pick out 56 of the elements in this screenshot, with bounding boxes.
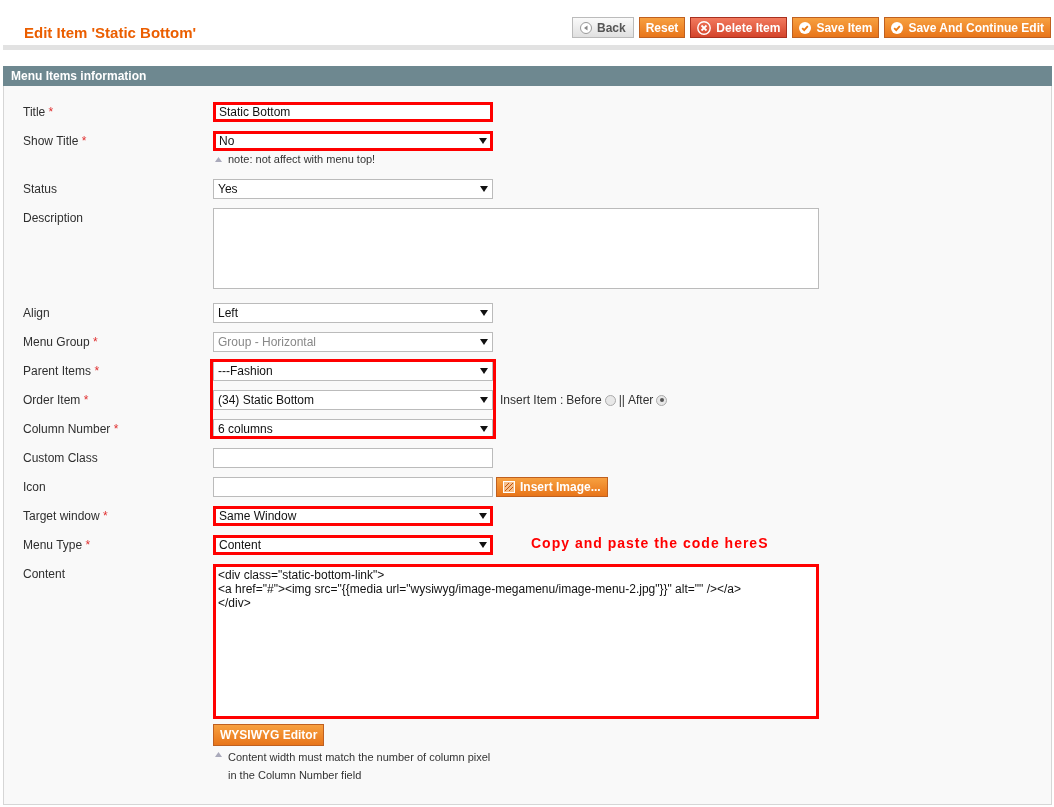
dropdown[interactable]: ---Fashion — [213, 361, 493, 381]
check-icon — [891, 21, 904, 34]
dropdown[interactable]: 6 columns — [213, 419, 493, 439]
triangle-icon — [215, 156, 222, 162]
text-field[interactable] — [213, 448, 493, 468]
triangle-icon — [215, 752, 222, 757]
radio-label: Before — [566, 393, 602, 407]
dropdown-arrow-icon — [480, 426, 488, 432]
dropdown[interactable]: Yes — [213, 179, 493, 199]
text-field[interactable] — [213, 477, 493, 497]
section-header: Menu Items information — [3, 66, 1052, 86]
field-label: Show Title * — [22, 133, 88, 150]
field-label: Target window * — [22, 508, 109, 525]
note-text: in the Column Number field — [228, 768, 363, 783]
image-icon — [503, 481, 515, 493]
field-label: Menu Type * — [22, 537, 92, 554]
description-field[interactable] — [213, 208, 819, 289]
field-label: Order Item * — [22, 392, 90, 409]
field-label: Title * — [22, 104, 55, 121]
content-field[interactable]: <div class="static-bottom-link"> <a href="#"><img src="{{media url="wysiwyg/image-megamenu/image-menu-2.jpg"}}" alt="" /></a> </div> — [213, 564, 819, 719]
dropdown[interactable]: Left — [213, 303, 493, 323]
dropdown-arrow-icon — [479, 513, 487, 519]
close-icon — [697, 20, 712, 35]
dropdown[interactable]: No — [213, 131, 493, 151]
field-label: Column Number * — [22, 421, 120, 438]
field-label: Icon — [22, 479, 47, 496]
dropdown-arrow-icon — [480, 368, 488, 374]
insert-item-label: Insert Item : — [500, 393, 564, 407]
back-button[interactable]: Back — [572, 17, 634, 38]
radio-button[interactable] — [656, 394, 668, 406]
radio-button[interactable] — [604, 394, 616, 406]
page-title: Edit Item 'Static Bottom' — [24, 24, 197, 41]
text-field[interactable]: Static Bottom — [213, 102, 493, 122]
annotation-text: Copy and paste the code hereS — [531, 535, 769, 551]
dropdown-arrow-icon — [480, 186, 488, 192]
dropdown[interactable]: Same Window — [213, 506, 493, 526]
field-label: Menu Group * — [22, 334, 99, 351]
delete-button[interactable]: Delete Item — [690, 17, 788, 38]
field-label: Align — [22, 305, 51, 322]
dropdown[interactable]: (34) Static Bottom — [213, 390, 493, 410]
dropdown-arrow-icon — [480, 310, 488, 316]
note-text: Content width must match the number of column pixel — [228, 750, 491, 765]
field-label: Custom Class — [22, 450, 99, 467]
field-label: Parent Items * — [22, 363, 101, 380]
dropdown-arrow-icon — [479, 542, 487, 548]
dropdown[interactable]: Content — [213, 535, 493, 555]
dropdown-arrow-icon — [479, 138, 487, 144]
separator-text: || — [618, 393, 625, 407]
radio-label: After — [627, 393, 654, 407]
field-label: Description — [22, 210, 85, 227]
note-text: note: not affect with menu top! — [228, 153, 376, 165]
field-label: Content — [22, 566, 67, 583]
dropdown-arrow-icon — [480, 397, 488, 403]
field-label: Status — [22, 181, 59, 198]
check-icon — [799, 21, 812, 34]
dropdown-arrow-icon — [480, 339, 488, 345]
